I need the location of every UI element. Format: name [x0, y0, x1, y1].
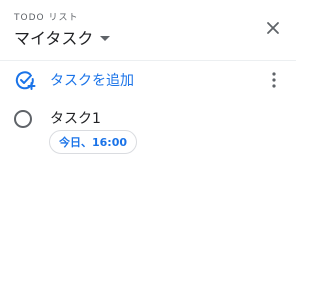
- app-subtitle: TODO リスト: [14, 13, 79, 23]
- task-item[interactable]: タスク1 今日、16:00: [0, 104, 296, 160]
- close-button[interactable]: [262, 17, 284, 39]
- add-task-button[interactable]: タスクを追加: [14, 69, 134, 91]
- radio-unchecked-icon[interactable]: [14, 110, 32, 128]
- more-vert-icon: [272, 72, 276, 88]
- close-icon: [267, 22, 279, 34]
- list-title: マイタスク: [14, 29, 94, 48]
- list-selector[interactable]: マイタスク: [14, 25, 111, 49]
- arrow-drop-down-icon: [100, 35, 111, 41]
- more-options-button[interactable]: [264, 70, 284, 90]
- toolbar: タスクを追加: [0, 62, 296, 98]
- task-title: タスク1: [50, 111, 101, 127]
- header: TODO リスト マイタスク: [0, 0, 296, 61]
- add-task-icon: [15, 71, 36, 90]
- due-date-chip[interactable]: 今日、16:00: [49, 130, 138, 154]
- add-task-label: タスクを追加: [50, 73, 134, 89]
